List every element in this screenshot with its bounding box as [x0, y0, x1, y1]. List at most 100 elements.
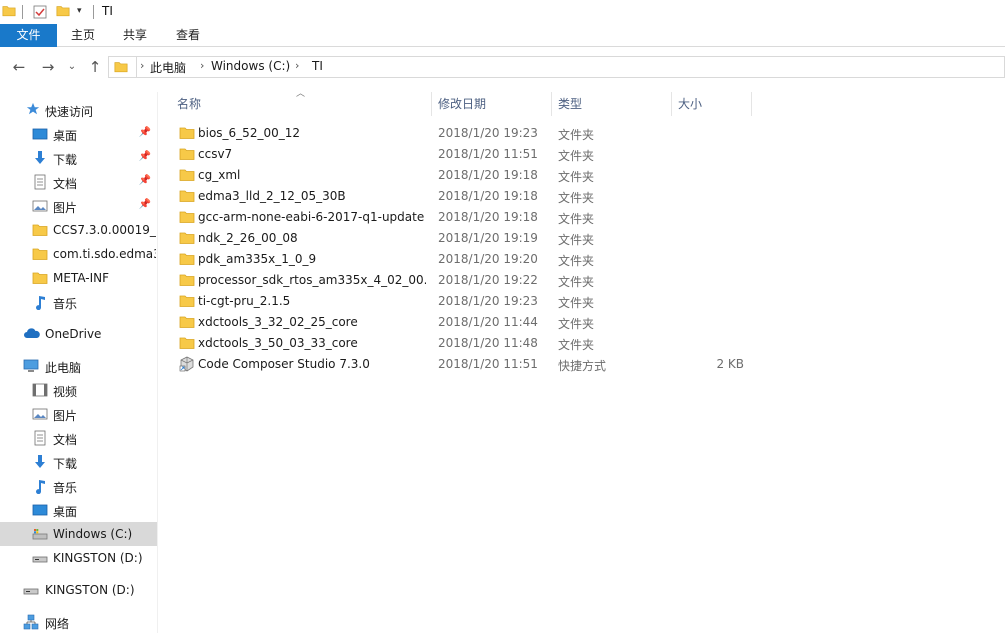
nav-label: 下载: [53, 457, 78, 471]
nav-label: KINGSTON (D:): [53, 551, 143, 565]
desktop-icon: [32, 502, 48, 518]
nav-item-meta-inf-folder[interactable]: META-INF: [0, 266, 157, 290]
nav-item-downloads[interactable]: 下载: [0, 450, 157, 474]
file-row[interactable]: ndk_2_26_00_08 2018/1/20 19:19 文件夹: [173, 228, 753, 249]
nav-item-documents[interactable]: 文档: [0, 426, 157, 450]
music-icon: [32, 294, 48, 311]
folder-icon: [179, 335, 195, 351]
nav-item-ccs-folder[interactable]: CCS7.3.0.00019_w: [0, 218, 157, 242]
file-name: gcc-arm-none-eabi-6-2017-q1-update: [198, 210, 425, 224]
column-divider[interactable]: [671, 92, 672, 116]
file-row[interactable]: cg_xml 2018/1/20 19:18 文件夹: [173, 165, 753, 186]
pin-icon[interactable]: 📌: [139, 127, 151, 138]
nav-item-pictures-pinned[interactable]: 图片 📌: [0, 194, 157, 218]
forward-arrow-icon[interactable]: →: [39, 58, 57, 76]
breadcrumb-ti[interactable]: TI: [312, 59, 323, 73]
column-header-name[interactable]: 名称: [177, 92, 429, 116]
pin-icon[interactable]: 📌: [139, 199, 151, 210]
tab-share[interactable]: 共享: [112, 24, 158, 47]
folder-icon: [179, 146, 195, 162]
file-date: 2018/1/20 19:23: [438, 294, 538, 308]
nav-label: META-INF: [53, 271, 110, 285]
file-row[interactable]: ccsv7 2018/1/20 11:51 文件夹: [173, 144, 753, 165]
breadcrumb-chevron-icon[interactable]: ›: [140, 59, 144, 72]
file-type: 文件夹: [558, 128, 595, 142]
file-name: ccsv7: [198, 147, 233, 161]
file-type: 文件夹: [558, 296, 595, 310]
file-row[interactable]: gcc-arm-none-eabi-6-2017-q1-update 2018/…: [173, 207, 753, 228]
nav-kingston-d[interactable]: KINGSTON (D:): [0, 578, 157, 602]
folder-icon: [179, 272, 195, 288]
nav-label: 网络: [45, 617, 70, 631]
download-icon: [32, 150, 48, 166]
nav-item-documents-pinned[interactable]: 文档 📌: [0, 170, 157, 194]
breadcrumb-chevron-icon[interactable]: ›: [200, 59, 204, 72]
nav-item-desktop-pinned[interactable]: 桌面 📌: [0, 122, 157, 146]
separator: [136, 57, 137, 77]
breadcrumb-chevron-icon[interactable]: ›: [295, 59, 299, 72]
folder-icon: [179, 167, 195, 183]
file-type: 文件夹: [558, 275, 595, 289]
breadcrumb-this-pc[interactable]: 此电脑: [150, 59, 186, 76]
nav-quick-access[interactable]: 快速访问: [0, 98, 157, 122]
desktop-icon: [32, 126, 48, 142]
nav-label: CCS7.3.0.00019_w: [53, 223, 156, 237]
address-bar[interactable]: › 此电脑 › Windows (C:) › TI: [108, 56, 1005, 78]
column-divider[interactable]: [431, 92, 432, 116]
nav-label: 视频: [53, 385, 78, 399]
file-date: 2018/1/20 11:48: [438, 336, 538, 350]
usb-drive-icon: [23, 582, 39, 598]
column-header-date[interactable]: 修改日期: [438, 92, 548, 116]
nav-item-desktop[interactable]: 桌面: [0, 498, 157, 522]
nav-item-videos[interactable]: 视频: [0, 378, 157, 402]
navigation-pane: 快速访问 桌面 📌 下载 📌 文档 📌 图片 📌 CCS7.3.0.00019_…: [0, 92, 158, 633]
nav-item-pictures[interactable]: 图片: [0, 402, 157, 426]
tab-home[interactable]: 主页: [60, 24, 106, 47]
file-row[interactable]: xdctools_3_50_03_33_core 2018/1/20 11:48…: [173, 333, 753, 354]
column-header-type[interactable]: 类型: [558, 92, 668, 116]
music-icon: [32, 478, 48, 495]
network-icon: [23, 614, 39, 630]
nav-this-pc[interactable]: 此电脑: [0, 354, 157, 378]
file-row[interactable]: xdctools_3_32_02_25_core 2018/1/20 11:44…: [173, 312, 753, 333]
nav-item-music-recent[interactable]: 音乐: [0, 290, 157, 314]
nav-network[interactable]: 网络: [0, 610, 157, 633]
file-row[interactable]: processor_sdk_rtos_am335x_4_02_00... 201…: [173, 270, 753, 291]
nav-label: 图片: [53, 201, 78, 215]
nav-item-downloads-pinned[interactable]: 下载 📌: [0, 146, 157, 170]
new-folder-icon[interactable]: [56, 4, 70, 21]
nav-item-windows-c[interactable]: Windows (C:): [0, 522, 157, 546]
nav-label: 文档: [53, 177, 78, 191]
column-header-size[interactable]: 大小: [678, 92, 748, 116]
file-date: 2018/1/20 11:44: [438, 315, 538, 329]
nav-item-edma3-folder[interactable]: com.ti.sdo.edma3: [0, 242, 157, 266]
quick-access-dropdown-icon[interactable]: ▾: [77, 6, 82, 16]
pin-icon[interactable]: 📌: [139, 151, 151, 162]
file-row[interactable]: bios_6_52_00_12 2018/1/20 19:23 文件夹: [173, 123, 753, 144]
pin-icon[interactable]: 📌: [139, 175, 151, 186]
file-explorer-window: ▾ TI 文件 主页 共享 查看 ← → ⌄ ↑ › 此电脑 › Windows…: [0, 0, 1005, 633]
file-type: 文件夹: [558, 191, 595, 205]
up-arrow-icon[interactable]: ↑: [86, 58, 104, 76]
file-row[interactable]: pdk_am335x_1_0_9 2018/1/20 19:20 文件夹: [173, 249, 753, 270]
folder-icon: [179, 230, 195, 246]
tab-view[interactable]: 查看: [165, 24, 211, 47]
properties-icon[interactable]: [32, 4, 48, 23]
file-name: ti-cgt-pru_2.1.5: [198, 294, 291, 308]
tab-file[interactable]: 文件: [0, 24, 57, 47]
column-divider[interactable]: [751, 92, 752, 116]
file-row[interactable]: ti-cgt-pru_2.1.5 2018/1/20 19:23 文件夹: [173, 291, 753, 312]
file-name: bios_6_52_00_12: [198, 126, 300, 140]
back-arrow-icon[interactable]: ←: [10, 58, 28, 76]
nav-item-music[interactable]: 音乐: [0, 474, 157, 498]
column-divider[interactable]: [551, 92, 552, 116]
nav-item-kingston-d-pc[interactable]: KINGSTON (D:): [0, 546, 157, 570]
nav-onedrive[interactable]: OneDrive: [0, 322, 157, 346]
recent-locations-chevron-icon[interactable]: ⌄: [63, 58, 81, 76]
file-row[interactable]: edma3_lld_2_12_05_30B 2018/1/20 19:18 文件…: [173, 186, 753, 207]
star-icon: [26, 102, 42, 118]
file-date: 2018/1/20 19:20: [438, 252, 538, 266]
nav-label: Windows (C:): [53, 527, 133, 541]
file-row[interactable]: Code Composer Studio 7.3.0 2018/1/20 11:…: [173, 354, 753, 375]
breadcrumb-windows-c[interactable]: Windows (C:): [211, 59, 290, 73]
